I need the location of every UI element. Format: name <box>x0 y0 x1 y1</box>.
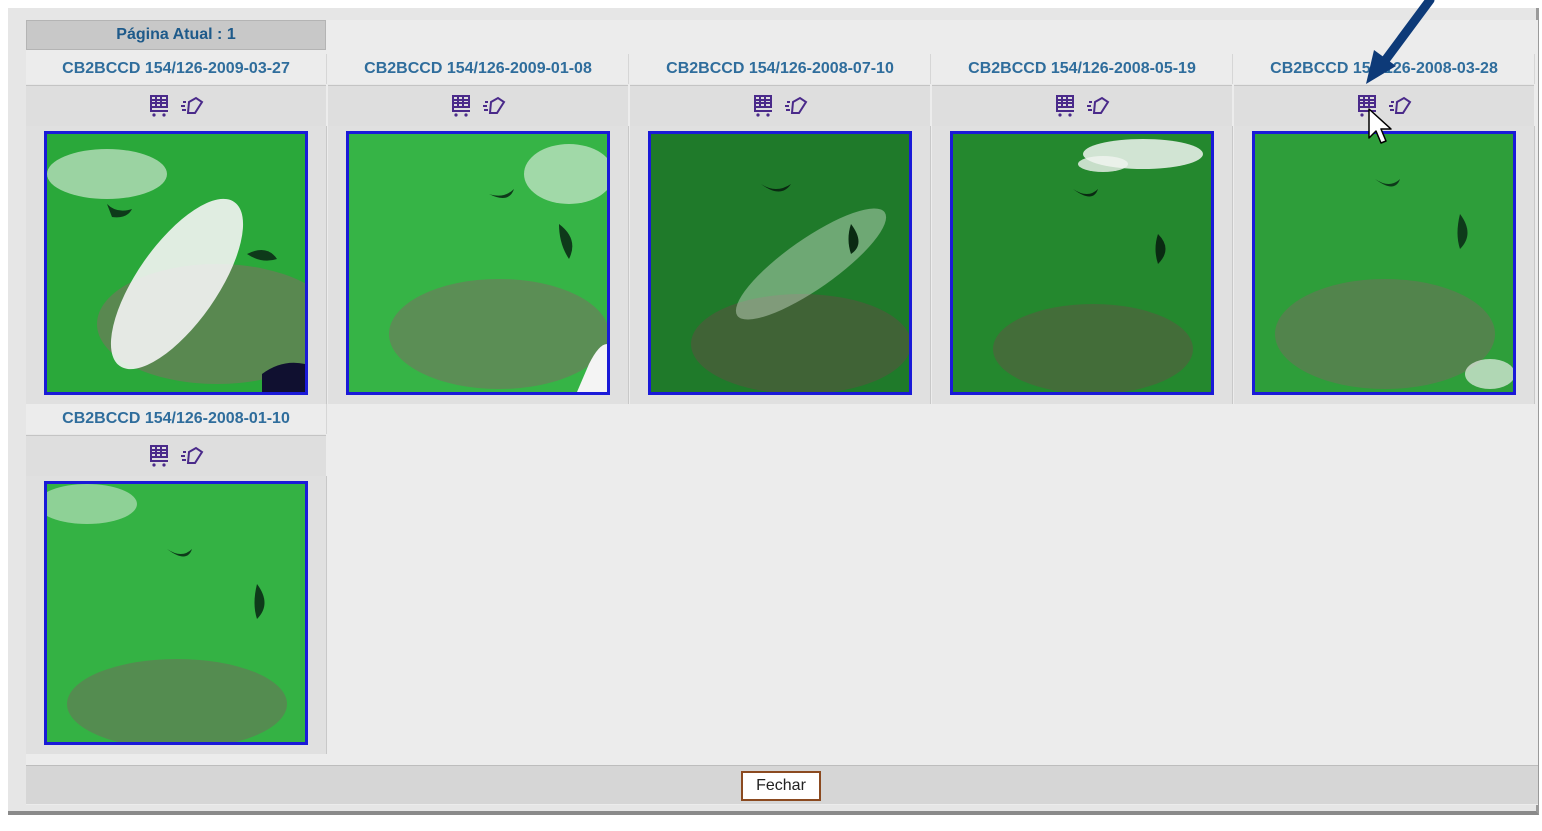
shopping-cart-icon[interactable] <box>450 93 474 119</box>
scene-title[interactable]: CB2BCCD 154/126-2008-01-10 <box>26 404 327 434</box>
scene-actions <box>630 85 930 127</box>
satellite-thumbnail[interactable] <box>1252 131 1516 395</box>
satellite-thumbnail[interactable] <box>44 131 308 395</box>
thumbnail-area <box>26 476 327 754</box>
shopping-cart-icon[interactable] <box>148 93 172 119</box>
thumbnail-area <box>630 126 931 404</box>
eraser-icon[interactable] <box>1086 93 1110 119</box>
scene-actions <box>328 85 628 127</box>
scene-actions <box>26 435 326 477</box>
scene-title[interactable]: CB2BCCD 154/126-2009-01-08 <box>328 54 629 84</box>
satellite-thumbnail[interactable] <box>44 481 308 745</box>
scene-title[interactable]: CB2BCCD 154/126-2008-05-19 <box>932 54 1233 84</box>
scene-cell: CB2BCCD 154/126-2009-03-27 <box>26 54 327 404</box>
satellite-thumbnail[interactable] <box>950 131 1214 395</box>
eraser-icon[interactable] <box>180 443 204 469</box>
satellite-thumbnail[interactable] <box>648 131 912 395</box>
shopping-cart-icon[interactable] <box>752 93 776 119</box>
thumbnail-area <box>26 126 327 404</box>
close-button[interactable]: Fechar <box>741 771 821 801</box>
scene-actions <box>26 85 326 127</box>
scene-title[interactable]: CB2BCCD 154/126-2008-07-10 <box>630 54 931 84</box>
thumbnail-area <box>1234 126 1535 404</box>
thumbnail-area <box>932 126 1233 404</box>
scene-cell: CB2BCCD 154/126-2009-01-08 <box>328 54 629 404</box>
scene-cell: CB2BCCD 154/126-2008-07-10 <box>630 54 931 404</box>
eraser-icon[interactable] <box>482 93 506 119</box>
scene-title[interactable]: CB2BCCD 154/126-2009-03-27 <box>26 54 327 84</box>
eraser-icon[interactable] <box>784 93 808 119</box>
eraser-icon[interactable] <box>180 93 204 119</box>
page-indicator: Página Atual : 1 <box>26 20 326 50</box>
scene-cell: CB2BCCD 154/126-2008-05-19 <box>932 54 1233 404</box>
scene-cell: CB2BCCD 154/126-2008-01-10 <box>26 404 327 754</box>
thumbnail-area <box>328 126 629 404</box>
scene-actions <box>932 85 1232 127</box>
footer-bar: Fechar <box>26 765 1538 804</box>
mouse-cursor-icon <box>1368 108 1392 144</box>
shopping-cart-icon[interactable] <box>148 443 172 469</box>
annotation-arrow-icon <box>1366 0 1435 84</box>
shopping-cart-icon[interactable] <box>1054 93 1078 119</box>
satellite-thumbnail[interactable] <box>346 131 610 395</box>
scene-cell: CB2BCCD 154/126-2008-03-28 <box>1234 54 1535 404</box>
